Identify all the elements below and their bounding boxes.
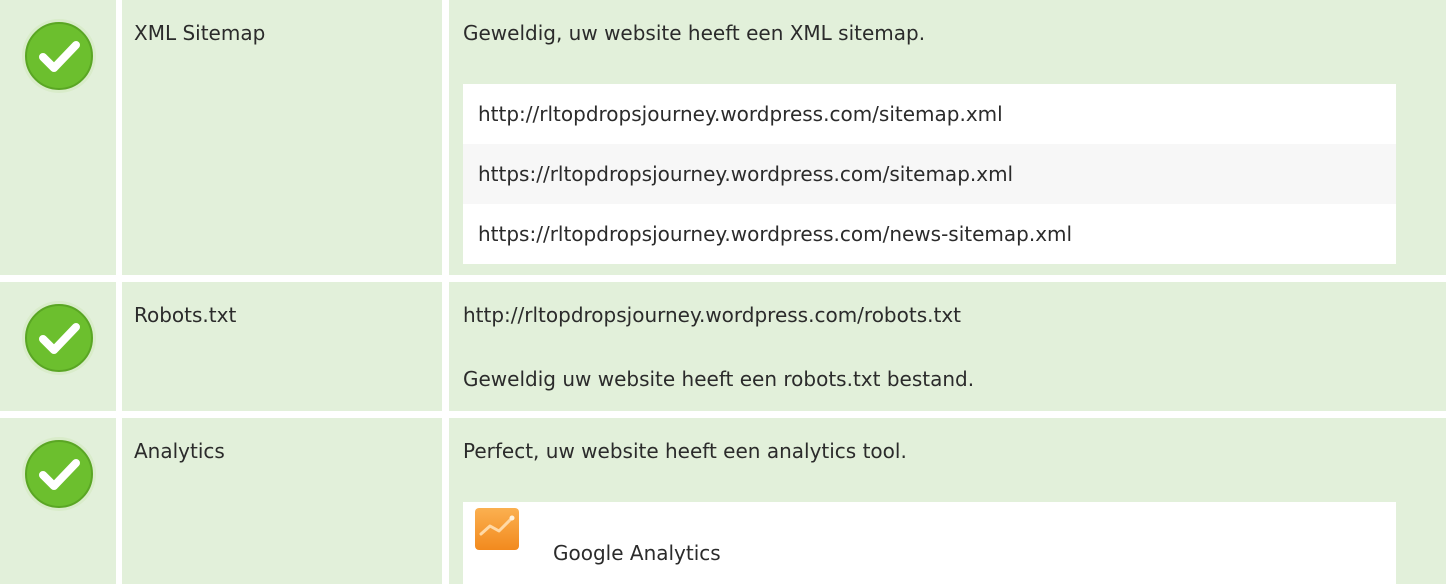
content-cell: Perfect, uw website heeft een analytics … bbox=[449, 418, 1446, 584]
label-cell: XML Sitemap bbox=[122, 0, 442, 275]
label-cell: Robots.txt bbox=[122, 282, 442, 411]
analytics-tool-item: Google Analytics bbox=[463, 502, 1396, 584]
row-label: Analytics bbox=[134, 439, 225, 463]
status-message: Geweldig, uw website heeft een XML sitem… bbox=[463, 21, 926, 45]
content-cell: http://rltopdropsjourney.wordpress.com/r… bbox=[449, 282, 1446, 411]
sitemap-list: http://rltopdropsjourney.wordpress.com/s… bbox=[463, 84, 1396, 264]
check-circle-icon bbox=[22, 437, 96, 511]
status-cell bbox=[0, 418, 116, 584]
check-circle-icon bbox=[22, 301, 96, 375]
sitemap-item: https://rltopdropsjourney.wordpress.com/… bbox=[463, 204, 1396, 264]
status-cell bbox=[0, 0, 116, 275]
status-message: Perfect, uw website heeft een analytics … bbox=[463, 439, 907, 463]
label-cell: Analytics bbox=[122, 418, 442, 584]
sitemap-item: http://rltopdropsjourney.wordpress.com/s… bbox=[463, 84, 1396, 144]
row-label: XML Sitemap bbox=[134, 21, 266, 45]
status-cell bbox=[0, 282, 116, 411]
row-analytics: Analytics Perfect, uw website heeft een … bbox=[0, 418, 1446, 584]
row-xml-sitemap: XML Sitemap Geweldig, uw website heeft e… bbox=[0, 0, 1446, 275]
row-label: Robots.txt bbox=[134, 303, 237, 327]
google-analytics-icon bbox=[475, 508, 519, 550]
sitemap-item: https://rltopdropsjourney.wordpress.com/… bbox=[463, 144, 1396, 204]
robots-url: http://rltopdropsjourney.wordpress.com/r… bbox=[463, 303, 961, 327]
status-message: Geweldig uw website heeft een robots.txt… bbox=[463, 367, 975, 391]
content-cell: Geweldig, uw website heeft een XML sitem… bbox=[449, 0, 1446, 275]
check-circle-icon bbox=[22, 19, 96, 93]
tool-name: Google Analytics bbox=[553, 541, 721, 565]
row-robots-txt: Robots.txt http://rltopdropsjourney.word… bbox=[0, 282, 1446, 411]
